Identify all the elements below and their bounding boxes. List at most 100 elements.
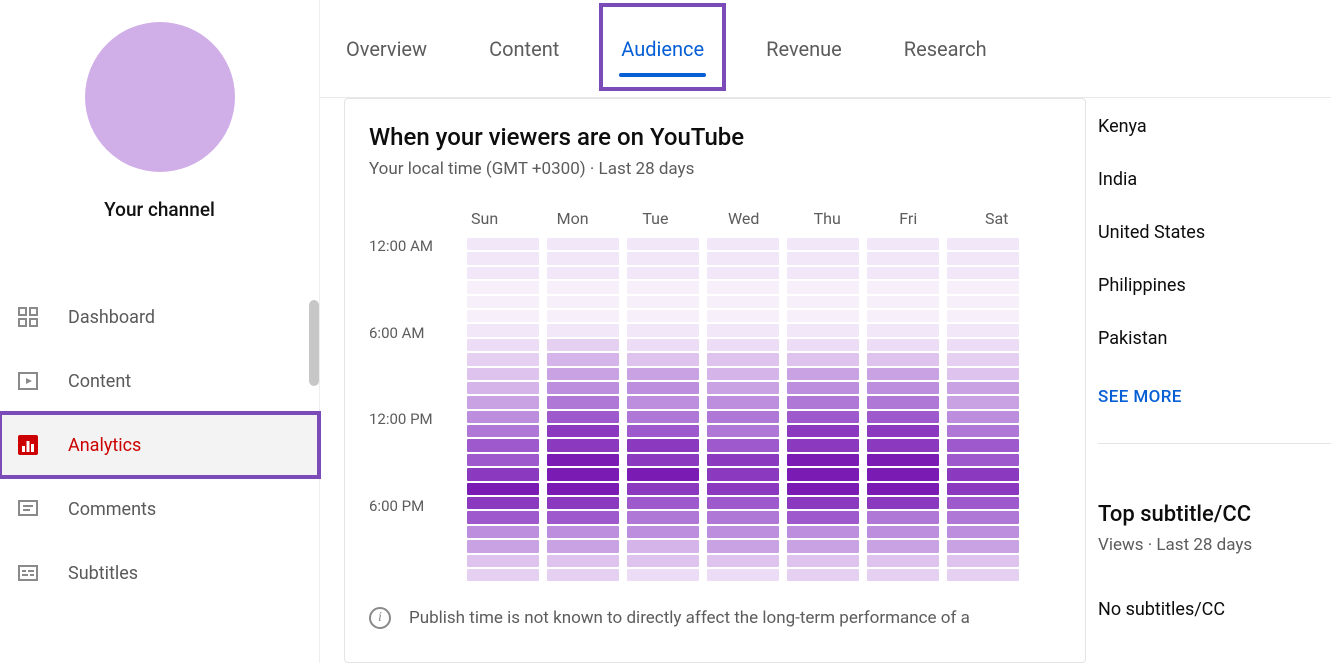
sidebar-item-dashboard[interactable]: Dashboard — [0, 285, 319, 349]
heatmap-cell[interactable] — [947, 511, 1019, 523]
heatmap-cell[interactable] — [947, 310, 1019, 322]
heatmap-cell[interactable] — [467, 382, 539, 394]
heatmap-cell[interactable] — [547, 339, 619, 351]
heatmap-cell[interactable] — [627, 468, 699, 480]
heatmap-cell[interactable] — [947, 368, 1019, 380]
heatmap-cell[interactable] — [627, 396, 699, 408]
heatmap-cell[interactable] — [787, 511, 859, 523]
heatmap-cell[interactable] — [467, 281, 539, 293]
heatmap-cell[interactable] — [467, 396, 539, 408]
heatmap-cell[interactable] — [867, 396, 939, 408]
heatmap-cell[interactable] — [547, 425, 619, 437]
heatmap-cell[interactable] — [707, 353, 779, 365]
heatmap-cell[interactable] — [947, 324, 1019, 336]
heatmap-cell[interactable] — [707, 468, 779, 480]
heatmap-cell[interactable] — [547, 382, 619, 394]
heatmap-cell[interactable] — [627, 267, 699, 279]
heatmap-cell[interactable] — [787, 396, 859, 408]
heatmap-cell[interactable] — [947, 497, 1019, 509]
heatmap-cell[interactable] — [547, 296, 619, 308]
heatmap-cell[interactable] — [707, 569, 779, 581]
heatmap-cell[interactable] — [707, 252, 779, 264]
tab-audience[interactable]: Audience — [619, 27, 706, 71]
heatmap-cell[interactable] — [547, 555, 619, 567]
heatmap-cell[interactable] — [867, 296, 939, 308]
heatmap-cell[interactable] — [787, 526, 859, 538]
heatmap-cell[interactable] — [627, 310, 699, 322]
sidebar-item-subtitles[interactable]: Subtitles — [0, 541, 319, 605]
heatmap-cell[interactable] — [707, 339, 779, 351]
heatmap-cell[interactable] — [467, 411, 539, 423]
see-more-button[interactable]: SEE MORE — [1098, 387, 1328, 407]
heatmap-cell[interactable] — [707, 296, 779, 308]
heatmap-cell[interactable] — [547, 353, 619, 365]
heatmap-cell[interactable] — [467, 339, 539, 351]
heatmap-cell[interactable] — [467, 238, 539, 250]
heatmap-cell[interactable] — [627, 511, 699, 523]
geography-item[interactable]: India — [1098, 153, 1328, 206]
heatmap-cell[interactable] — [867, 324, 939, 336]
heatmap-cell[interactable] — [467, 324, 539, 336]
heatmap-cell[interactable] — [947, 238, 1019, 250]
heatmap-cell[interactable] — [467, 310, 539, 322]
heatmap-cell[interactable] — [627, 368, 699, 380]
heatmap-cell[interactable] — [707, 439, 779, 451]
heatmap-cell[interactable] — [867, 310, 939, 322]
heatmap-cell[interactable] — [707, 425, 779, 437]
sidebar-item-analytics[interactable]: Analytics — [0, 413, 319, 477]
heatmap-cell[interactable] — [947, 526, 1019, 538]
heatmap-cell[interactable] — [707, 555, 779, 567]
heatmap-cell[interactable] — [627, 252, 699, 264]
heatmap-cell[interactable] — [467, 555, 539, 567]
heatmap-cell[interactable] — [627, 540, 699, 552]
heatmap-cell[interactable] — [467, 483, 539, 495]
heatmap-cell[interactable] — [867, 511, 939, 523]
heatmap-cell[interactable] — [467, 497, 539, 509]
heatmap-cell[interactable] — [627, 411, 699, 423]
heatmap-cell[interactable] — [867, 252, 939, 264]
heatmap-cell[interactable] — [867, 238, 939, 250]
heatmap-cell[interactable] — [947, 569, 1019, 581]
heatmap-cell[interactable] — [867, 540, 939, 552]
avatar[interactable] — [85, 22, 235, 172]
sidebar-item-comments[interactable]: Comments — [0, 477, 319, 541]
heatmap-cell[interactable] — [627, 526, 699, 538]
heatmap-cell[interactable] — [467, 267, 539, 279]
heatmap-cell[interactable] — [547, 569, 619, 581]
heatmap-cell[interactable] — [947, 353, 1019, 365]
heatmap-cell[interactable] — [547, 511, 619, 523]
heatmap-cell[interactable] — [867, 353, 939, 365]
heatmap-cell[interactable] — [467, 353, 539, 365]
heatmap-cell[interactable] — [467, 526, 539, 538]
heatmap-cell[interactable] — [947, 281, 1019, 293]
heatmap-cell[interactable] — [787, 411, 859, 423]
heatmap-cell[interactable] — [947, 252, 1019, 264]
heatmap-cell[interactable] — [467, 439, 539, 451]
tab-content[interactable]: Content — [487, 27, 561, 71]
heatmap-cell[interactable] — [867, 267, 939, 279]
heatmap-cell[interactable] — [707, 497, 779, 509]
geography-item[interactable]: United States — [1098, 206, 1328, 259]
heatmap-cell[interactable] — [467, 540, 539, 552]
heatmap-cell[interactable] — [867, 425, 939, 437]
heatmap-cell[interactable] — [947, 483, 1019, 495]
heatmap-cell[interactable] — [947, 555, 1019, 567]
heatmap-cell[interactable] — [627, 382, 699, 394]
heatmap-cell[interactable] — [867, 497, 939, 509]
heatmap-cell[interactable] — [787, 497, 859, 509]
heatmap-cell[interactable] — [547, 540, 619, 552]
heatmap-cell[interactable] — [707, 382, 779, 394]
heatmap-cell[interactable] — [947, 540, 1019, 552]
heatmap-cell[interactable] — [867, 526, 939, 538]
heatmap-cell[interactable] — [947, 382, 1019, 394]
heatmap-cell[interactable] — [707, 540, 779, 552]
heatmap-cell[interactable] — [787, 555, 859, 567]
heatmap-cell[interactable] — [627, 296, 699, 308]
heatmap-cell[interactable] — [467, 454, 539, 466]
heatmap-cell[interactable] — [867, 382, 939, 394]
heatmap-cell[interactable] — [547, 368, 619, 380]
heatmap-cell[interactable] — [787, 353, 859, 365]
heatmap-cell[interactable] — [787, 569, 859, 581]
heatmap-cell[interactable] — [867, 555, 939, 567]
heatmap-cell[interactable] — [867, 339, 939, 351]
